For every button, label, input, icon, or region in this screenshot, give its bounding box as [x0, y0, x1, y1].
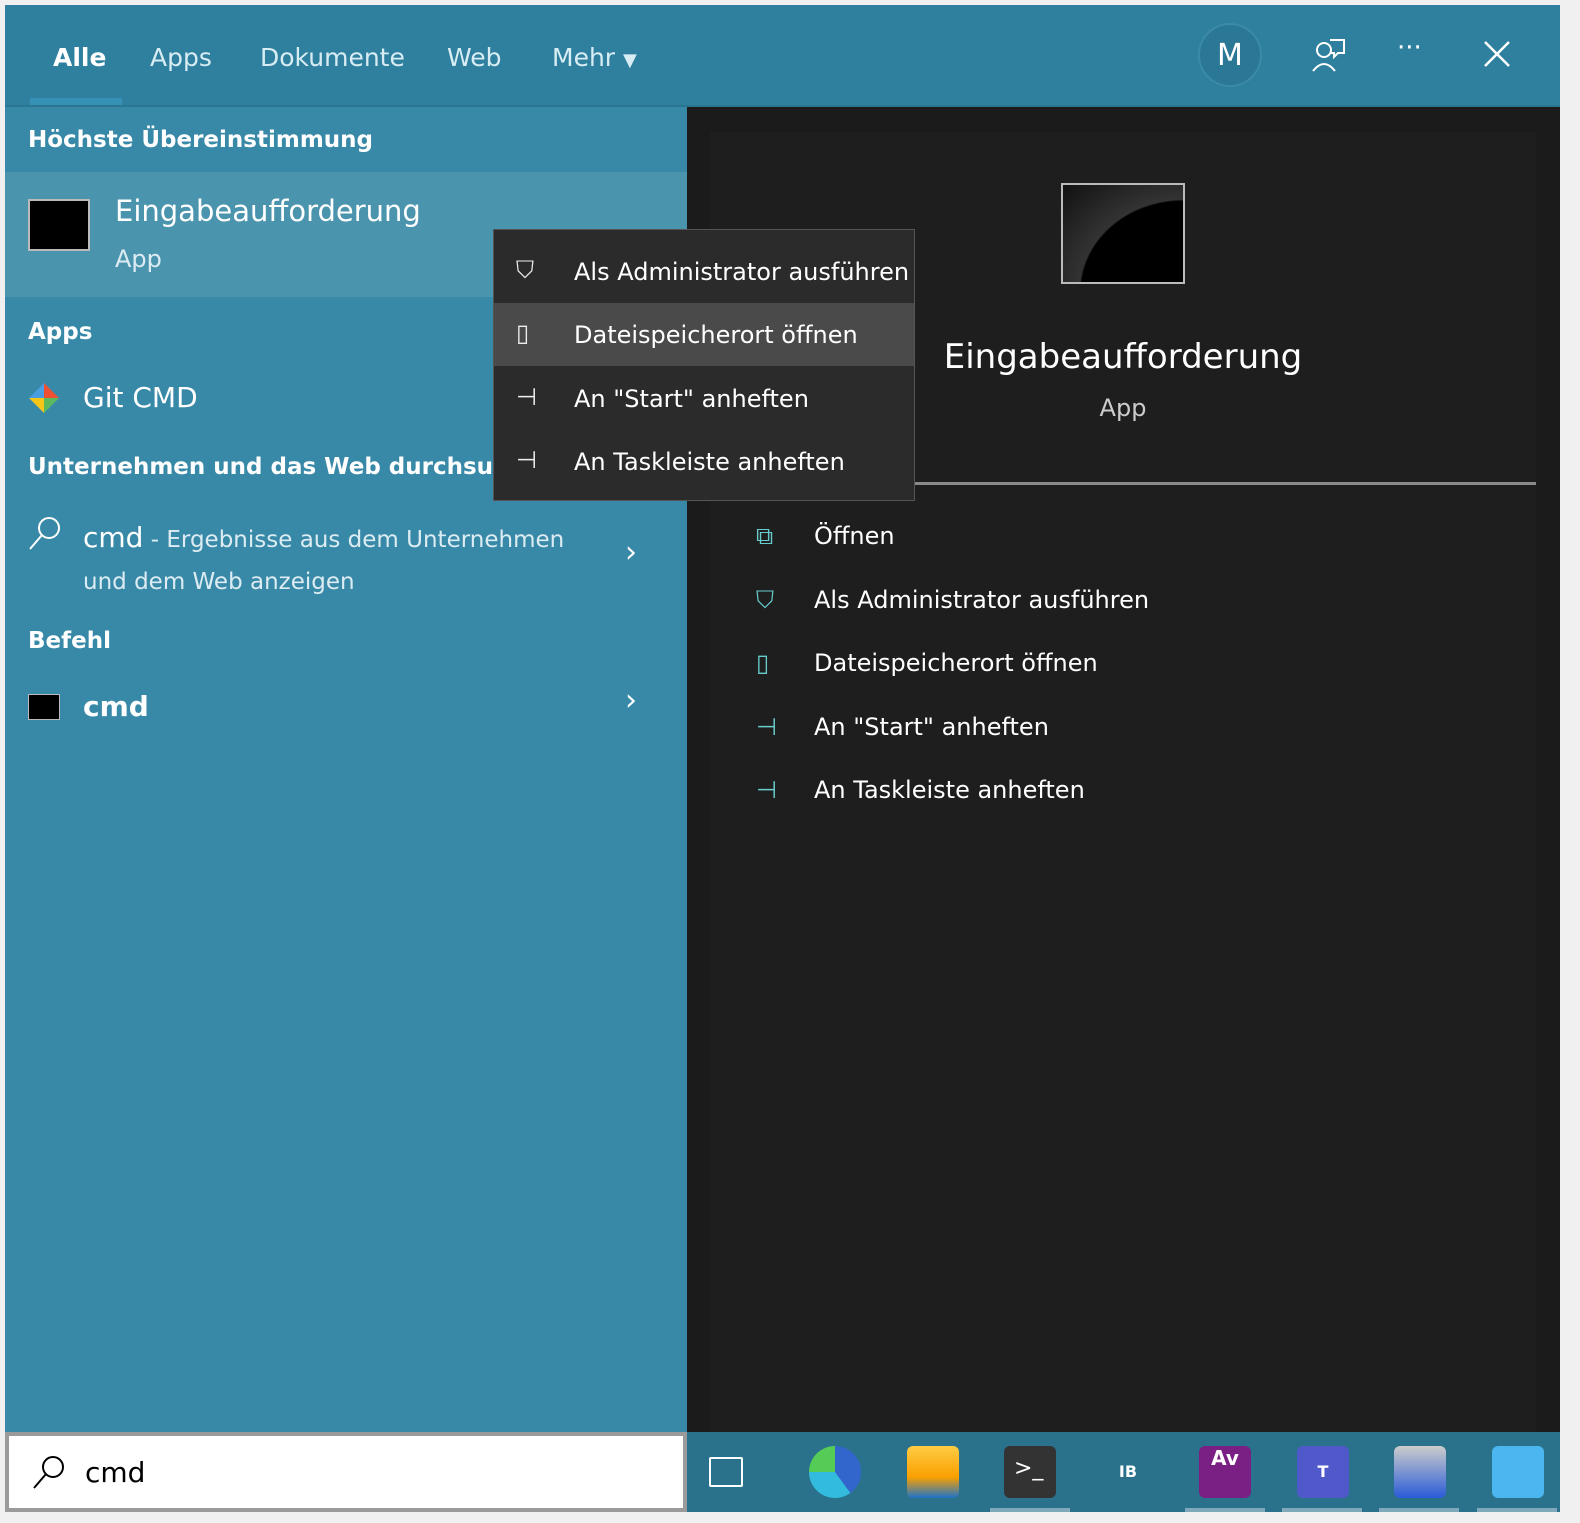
edge-icon[interactable]	[809, 1446, 861, 1498]
terminal-icon[interactable]: >_	[1004, 1446, 1056, 1498]
task-view-icon[interactable]	[709, 1457, 743, 1487]
feedback-icon[interactable]	[1310, 37, 1346, 73]
action-label: An "Start" anheften	[814, 713, 1049, 741]
web-desc-2: und dem Web anzeigen	[83, 569, 355, 595]
running-indicator	[1185, 1508, 1265, 1512]
action-run-as-admin[interactable]: ⛉ Als Administrator ausführen	[710, 586, 1536, 636]
folder-icon: ▯	[756, 649, 770, 677]
apps-heading: Apps	[28, 319, 93, 345]
shield-icon: ⛉	[756, 586, 774, 614]
action-open-file-location[interactable]: ▯ Dateispeicherort öffnen	[710, 649, 1536, 699]
best-match-heading: Höchste Übereinstimmung	[28, 127, 373, 153]
search-app-icon[interactable]	[1492, 1446, 1544, 1498]
menu-pin-taskbar[interactable]: ⊣ An Taskleiste anheften	[494, 430, 914, 493]
menu-label: An Taskleiste anheften	[574, 447, 845, 476]
avatar[interactable]: M	[1198, 23, 1262, 87]
action-label: Als Administrator ausführen	[814, 586, 1150, 614]
running-indicator	[1477, 1508, 1557, 1512]
menu-label: Dateispeicherort öffnen	[574, 320, 858, 349]
folder-icon: ▯	[516, 319, 530, 347]
tab-apps[interactable]: Apps	[150, 43, 212, 72]
tab-mehr[interactable]: Mehr ▼	[552, 43, 637, 72]
best-match-title: Eingabeaufforderung	[115, 194, 421, 228]
ib-app-icon[interactable]: IB	[1102, 1446, 1154, 1498]
more-icon[interactable]: ···	[1397, 33, 1422, 63]
command-heading: Befehl	[28, 628, 111, 654]
action-label: Öffnen	[814, 522, 895, 550]
app-label: Git CMD	[83, 381, 198, 414]
menu-open-file-location[interactable]: ▯ Dateispeicherort öffnen	[494, 303, 914, 366]
menu-run-as-admin[interactable]: ⛉ Als Administrator ausführen	[494, 240, 914, 303]
web-desc-1: Ergebnisse aus dem Unternehmen	[166, 527, 565, 553]
file-explorer-icon[interactable]	[907, 1446, 959, 1498]
taskbar: >_ IB Av T	[687, 1432, 1560, 1512]
git-cmd-icon	[29, 383, 59, 413]
web-search-heading: Unternehmen und das Web durchsuchen	[28, 454, 518, 480]
pin-icon: ⊣	[756, 713, 777, 741]
teams-icon[interactable]: T	[1297, 1446, 1349, 1498]
running-indicator	[1379, 1508, 1459, 1512]
search-icon	[29, 517, 60, 550]
running-indicator	[1282, 1508, 1362, 1512]
menu-label: Als Administrator ausführen	[574, 257, 910, 286]
command-label: cmd	[83, 690, 149, 723]
best-match-subtitle: App	[115, 245, 162, 273]
menu-pin-start[interactable]: ⊣ An "Start" anheften	[494, 367, 914, 430]
running-indicator	[990, 1508, 1070, 1512]
web-query: cmd	[83, 521, 144, 554]
context-menu: ⛉ Als Administrator ausführen ▯ Dateispeic…	[493, 229, 915, 501]
shield-icon: ⛉	[516, 256, 534, 284]
search-header: Alle Apps Dokumente Web Mehr ▼ M ···	[5, 5, 1560, 107]
search-box[interactable]: cmd	[5, 1432, 687, 1512]
pin-icon: ⊣	[516, 383, 537, 411]
action-open[interactable]: ⧉ Öffnen	[710, 522, 1536, 572]
active-tab-indicator	[30, 98, 122, 105]
close-icon[interactable]	[1483, 40, 1511, 68]
chevron-right-icon[interactable]: ›	[625, 535, 637, 570]
action-pin-taskbar[interactable]: ⊣ An Taskleiste anheften	[710, 776, 1536, 826]
action-label: An Taskleiste anheften	[814, 776, 1085, 804]
web-search-result[interactable]: cmd - Ergebnisse aus dem Unternehmen und …	[5, 507, 687, 602]
command-item-cmd[interactable]: cmd ›	[5, 677, 687, 739]
pin-icon: ⊣	[756, 776, 777, 804]
search-input[interactable]: cmd	[85, 1456, 145, 1489]
pin-icon: ⊣	[516, 446, 537, 474]
command-prompt-icon	[28, 694, 60, 720]
command-prompt-large-icon	[1061, 183, 1185, 284]
av-erp-icon[interactable]: Av	[1199, 1446, 1251, 1498]
menu-label: An "Start" anheften	[574, 384, 809, 413]
remote-desktop-icon[interactable]	[1394, 1446, 1446, 1498]
tab-alle[interactable]: Alle	[53, 43, 106, 72]
open-icon: ⧉	[756, 522, 774, 550]
chevron-right-icon[interactable]: ›	[625, 683, 637, 718]
command-prompt-icon	[28, 199, 90, 251]
tab-dokumente[interactable]: Dokumente	[260, 43, 405, 72]
action-pin-start[interactable]: ⊣ An "Start" anheften	[710, 713, 1536, 763]
tab-web[interactable]: Web	[447, 43, 502, 72]
search-icon	[33, 1456, 64, 1489]
tab-mehr-label: Mehr	[552, 43, 616, 72]
separator: -	[143, 527, 167, 553]
chevron-down-icon: ▼	[623, 50, 637, 71]
action-label: Dateispeicherort öffnen	[814, 649, 1098, 677]
